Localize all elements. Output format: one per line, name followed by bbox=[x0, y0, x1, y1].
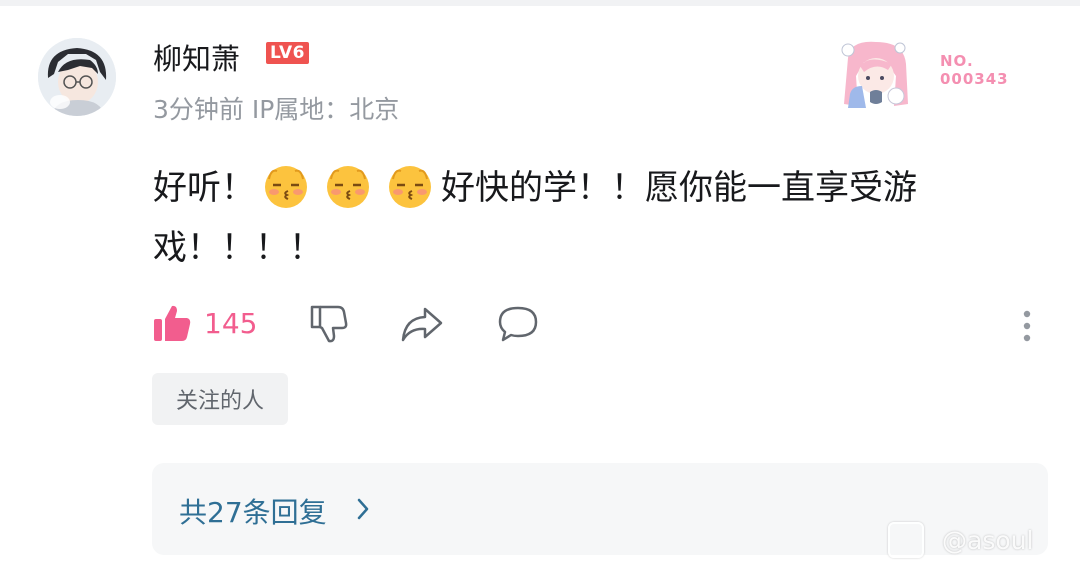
view-replies-link[interactable]: 共27条回复 bbox=[179, 491, 327, 531]
thumbs-down-icon bbox=[310, 305, 348, 343]
fan-badge-number: NO. 000343 bbox=[940, 52, 1009, 88]
top-divider bbox=[0, 0, 1080, 6]
share-button[interactable] bbox=[400, 303, 444, 345]
like-count: 145 bbox=[204, 306, 258, 340]
bilibili-logo-icon bbox=[888, 522, 924, 558]
share-arrow-icon bbox=[401, 307, 443, 342]
avatar-image bbox=[38, 38, 116, 116]
badge-no-label: NO. bbox=[940, 52, 974, 70]
dislike-button[interactable] bbox=[308, 303, 350, 345]
level-badge: LV6 bbox=[266, 42, 309, 64]
watermark: @asoul bbox=[888, 522, 1033, 558]
shy-kiss-emoji-icon bbox=[389, 166, 431, 208]
reply-button[interactable] bbox=[496, 303, 540, 345]
watermark-text: @asoul bbox=[942, 525, 1034, 555]
badge-number: 000343 bbox=[940, 70, 1009, 88]
shy-kiss-emoji-icon bbox=[265, 166, 307, 208]
more-options-icon[interactable] bbox=[1012, 306, 1042, 346]
comment-bubble-icon bbox=[498, 306, 538, 342]
shy-kiss-emoji-icon bbox=[327, 166, 369, 208]
avatar[interactable] bbox=[38, 38, 116, 116]
thumbs-up-icon bbox=[154, 305, 191, 341]
following-tag: 关注的人 bbox=[152, 373, 288, 425]
fan-badge-illustration[interactable] bbox=[830, 36, 920, 116]
comment-text: 好听！ 好快的学！！愿你能一直享受游戏！！！！ bbox=[153, 158, 1033, 278]
author-name[interactable]: 柳知萧 bbox=[153, 36, 240, 78]
comment-meta: 3分钟前 IP属地：北京 bbox=[153, 95, 400, 124]
comment-text-prefix: 好听！ bbox=[153, 168, 255, 208]
chevron-right-icon bbox=[357, 498, 369, 520]
like-button[interactable]: 145 bbox=[152, 303, 257, 343]
